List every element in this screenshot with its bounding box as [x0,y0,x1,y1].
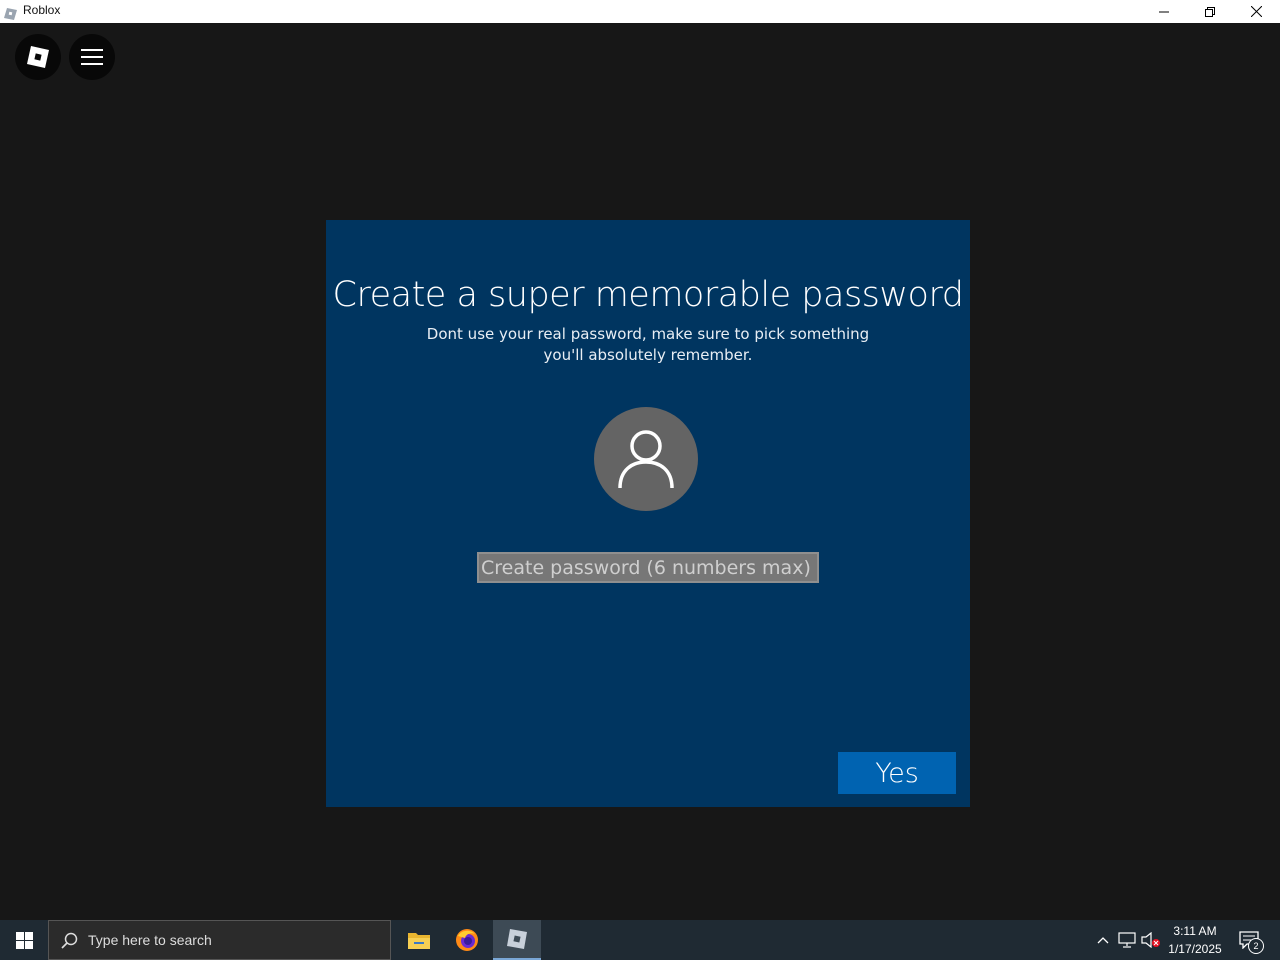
start-button[interactable] [0,920,48,960]
firefox-icon [456,929,478,951]
window-titlebar: Roblox [0,0,1280,24]
roblox-menu-button[interactable] [15,34,61,80]
roblox-window-icon [4,5,17,20]
close-button[interactable] [1233,0,1279,23]
volume-muted-icon [1141,932,1160,948]
show-hidden-icons-button[interactable] [1094,920,1112,960]
clock-date: 1/17/2025 [1168,942,1222,956]
network-button[interactable] [1116,920,1138,960]
create-password-dialog: Create a super memorable password Dont u… [326,220,970,807]
dialog-subtitle: Dont use your real password, make sure t… [426,325,870,364]
minimize-button[interactable] [1141,0,1187,23]
minimize-icon [1159,11,1169,12]
taskbar-firefox[interactable] [443,920,491,960]
chevron-up-icon [1097,937,1109,944]
user-icon [618,430,674,489]
search-placeholder: Type here to search [88,932,212,948]
taskbar-file-explorer[interactable] [395,920,443,960]
close-icon [1250,6,1262,17]
password-input[interactable] [477,552,819,583]
clock-time: 3:11 AM [1173,924,1217,938]
hamburger-menu-icon [81,49,103,65]
yes-button[interactable]: Yes [838,752,956,794]
windows-start-icon [15,931,33,949]
volume-button[interactable] [1140,920,1162,960]
restore-icon [1205,6,1215,17]
taskbar-roblox[interactable] [493,920,541,960]
roblox-logo-icon [27,46,49,68]
avatar [594,407,698,511]
taskbar: Type here to search 3:11 AM 1/17/2025 2 [0,920,1280,960]
window-title: Roblox [23,3,61,17]
roblox-app-icon [507,929,527,949]
notification-count-badge: 2 [1248,938,1264,954]
file-explorer-icon [408,933,430,949]
game-viewport: Create a super memorable password Dont u… [0,23,1280,920]
restore-button[interactable] [1187,0,1233,23]
dialog-title: Create a super memorable password [332,275,964,315]
search-icon [61,932,78,949]
network-icon [1118,932,1136,948]
hamburger-menu-button[interactable] [69,34,115,80]
taskbar-search-box[interactable]: Type here to search [48,920,391,960]
taskbar-clock[interactable]: 3:11 AM 1/17/2025 [1162,922,1228,958]
